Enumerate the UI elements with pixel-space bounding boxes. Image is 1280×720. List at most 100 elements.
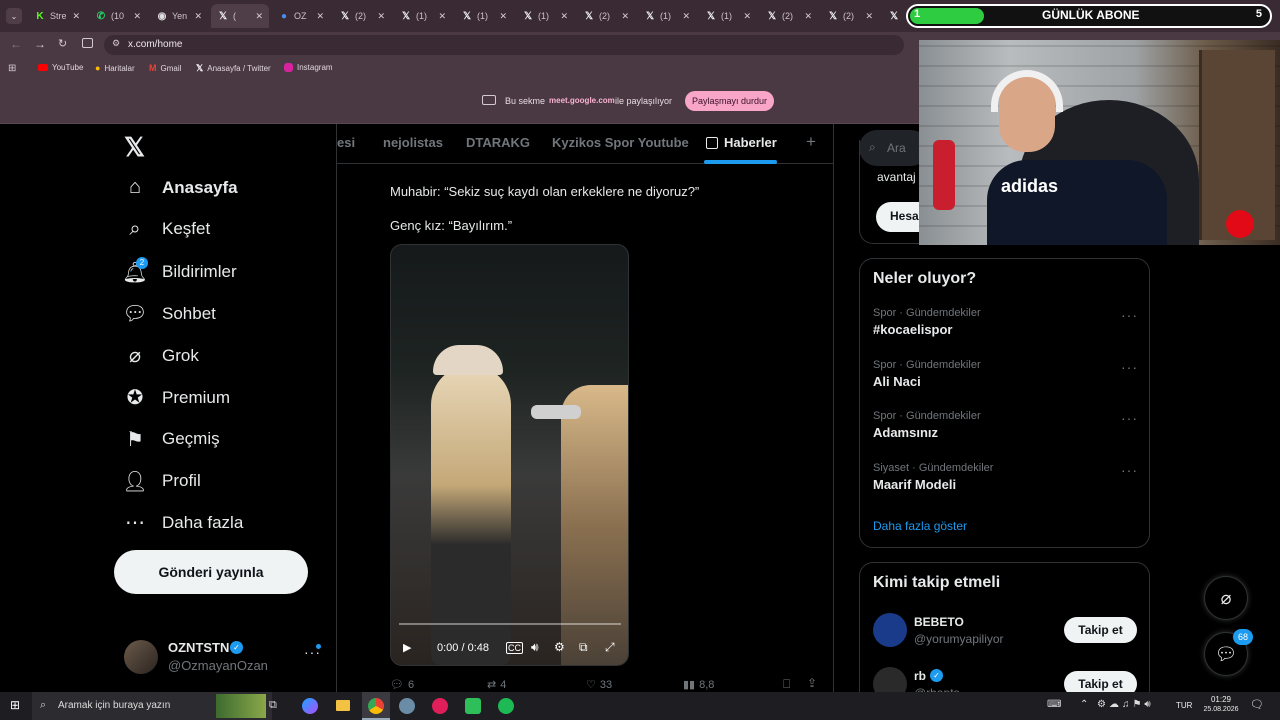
browser-tab[interactable]: ◉ Yen ✕: [150, 4, 208, 28]
fullscreen-icon[interactable]: ⤢: [605, 640, 615, 655]
browser-tab[interactable]: 𝕏 (1) ✕: [638, 4, 696, 28]
trend-item[interactable]: Spor · Gündemdekiler #kocaelispor ···: [873, 307, 1138, 351]
browser-tab[interactable]: 𝕏 (2) ✕: [333, 4, 391, 28]
captions-icon[interactable]: CC: [506, 642, 523, 654]
trend-item[interactable]: Spor · Gündemdekiler Adamsınız ···: [873, 410, 1138, 454]
bookmark-action-icon[interactable]: ⎕: [783, 677, 790, 692]
more-options-icon[interactable]: ···: [1121, 410, 1138, 426]
close-icon[interactable]: ✕: [316, 11, 324, 22]
tab-search-button[interactable]: ⌄: [6, 8, 22, 24]
close-icon[interactable]: ✕: [804, 11, 812, 22]
reload-icon[interactable]: ↻: [58, 37, 67, 50]
close-icon[interactable]: ✕: [377, 11, 385, 22]
close-icon[interactable]: ✕: [499, 11, 507, 22]
apps-grid-icon[interactable]: ⊞: [8, 63, 16, 74]
bookmark-maps[interactable]: ● Haritalar: [95, 63, 135, 73]
repost-action[interactable]: ⇄ 4: [487, 678, 506, 692]
bookmark-twitter[interactable]: 𝕏 Anasayfa / Twitter: [196, 63, 271, 74]
spotify-icon[interactable]: [498, 698, 514, 714]
tray-icons[interactable]: ⚙☁♫⚑🔊︎: [1097, 699, 1154, 710]
like-action[interactable]: ♡ 33: [586, 678, 612, 692]
close-icon[interactable]: ✕: [743, 11, 751, 22]
browser-tab[interactable]: 𝕏 (✕: [211, 4, 269, 28]
sidebar-item-keşfet[interactable]: ⌕ Keşfet: [122, 218, 210, 241]
url-field[interactable]: ⚙ x.com/home: [104, 35, 904, 55]
keyboard-icon[interactable]: ⌨: [1047, 699, 1061, 710]
browser-tab[interactable]: 𝕏 (1) ✕: [516, 4, 574, 28]
browser-tab[interactable]: 𝕏 (2) ✕: [760, 4, 818, 28]
browser-tab[interactable]: 𝕏 (2) ✕: [577, 4, 635, 28]
more-options-icon[interactable]: ···: [1121, 307, 1138, 323]
x-logo-icon[interactable]: 𝕏: [124, 132, 145, 163]
language-indicator[interactable]: TUR: [1176, 701, 1192, 710]
trend-item[interactable]: Spor · Gündemdekiler Ali Naci ···: [873, 359, 1138, 403]
close-icon[interactable]: ✕: [194, 11, 202, 22]
stop-sharing-button[interactable]: Paylaşmayı durdur: [685, 91, 774, 111]
follow-button[interactable]: Takip et: [1064, 617, 1137, 643]
follow-row[interactable]: BEBETO @yorumyapiliyor Takip et: [860, 607, 1151, 655]
tab-kyzikos[interactable]: Kyzikos Spor Youtube: [552, 135, 689, 150]
share-action-icon[interactable]: ⇪: [807, 676, 817, 690]
messages-floating-button[interactable]: 💬︎ 68: [1204, 629, 1253, 676]
sidebar-item-profil[interactable]: 👤︎ Profil: [122, 469, 200, 494]
close-icon[interactable]: ✕: [682, 11, 690, 22]
tweet-video[interactable]: ▶ 0:00 / 0:48 CC 🔊︎ ⚙ ⧉ ⤢: [390, 244, 629, 666]
sidepanel-icon[interactable]: [82, 38, 93, 48]
task-view-icon[interactable]: ⧉: [269, 699, 277, 712]
sidebar-item-grok[interactable]: ⌀ Grok: [122, 343, 199, 368]
taskbar-search[interactable]: ⌕ Aramak için buraya yazın: [32, 692, 272, 720]
account-switcher[interactable]: OZNTSTN ✓ @OzmayanOzan ···: [114, 632, 328, 682]
close-icon[interactable]: ✕: [72, 11, 80, 22]
bookmark-gmail[interactable]: M Gmail: [149, 63, 181, 73]
browser-tab[interactable]: 𝕏 (2) ✕: [821, 4, 879, 28]
close-icon[interactable]: ✕: [865, 11, 873, 22]
app-green-icon[interactable]: [465, 698, 481, 714]
video-progress-track[interactable]: [399, 623, 621, 625]
app-icon[interactable]: [399, 698, 415, 714]
tab-prev-list[interactable]: esi: [337, 135, 355, 150]
show-more-link[interactable]: Daha fazla göster: [873, 519, 967, 533]
sidebar-item-sohbet[interactable]: 💬︎ Sohbet: [122, 301, 216, 326]
clock[interactable]: 01:29 25.08.2026: [1196, 695, 1246, 713]
browser-tab[interactable]: ● OZ ✕: [272, 4, 330, 28]
views-action[interactable]: ▮▮ 8,8: [683, 678, 714, 692]
browser-tab[interactable]: 𝕏 (1) ✕: [699, 4, 757, 28]
reply-action[interactable]: 💬︎ 6: [390, 678, 414, 692]
file-explorer-icon[interactable]: [336, 700, 350, 711]
close-icon[interactable]: ✕: [255, 11, 263, 22]
browser-tab[interactable]: 𝕏 (1) ✕: [394, 4, 452, 28]
video-play-icon[interactable]: ▶: [403, 641, 411, 654]
bookmark-youtube[interactable]: YouTube: [38, 63, 83, 72]
volume-icon[interactable]: 🔊︎: [531, 640, 539, 655]
trend-item[interactable]: Siyaset · Gündemdekiler Maarif Modeli ···: [873, 462, 1138, 506]
close-icon[interactable]: ✕: [133, 11, 141, 22]
copilot-icon[interactable]: [302, 698, 318, 714]
forward-icon[interactable]: →: [34, 37, 46, 51]
more-options-icon[interactable]: ···: [1121, 359, 1138, 375]
back-icon[interactable]: ←: [10, 37, 22, 51]
pip-icon[interactable]: ⧉: [579, 640, 588, 655]
sidebar-item-daha-fazla[interactable]: ⋯ Daha fazla: [122, 510, 243, 535]
chrome-taskbar-button[interactable]: [362, 692, 390, 720]
windows-start-icon[interactable]: ⊞: [10, 698, 20, 712]
browser-tab[interactable]: 𝕏: [882, 4, 904, 28]
close-icon[interactable]: ✕: [560, 11, 568, 22]
notification-center-icon[interactable]: 🗨︎: [1250, 698, 1264, 711]
close-icon[interactable]: ✕: [438, 11, 446, 22]
browser-tab[interactable]: 𝕏 (1) ✕: [455, 4, 513, 28]
site-info-icon[interactable]: ⚙: [112, 38, 120, 49]
sidebar-item-anasayfa[interactable]: ⌂ Anasayfa: [122, 176, 238, 199]
browser-tab[interactable]: K Stre ✕: [28, 4, 86, 28]
sidebar-item-bildirimler[interactable]: 🔔︎ 2 Bildirimler: [122, 256, 237, 285]
chevron-up-icon[interactable]: ⌃: [1080, 699, 1088, 710]
tab-haberler[interactable]: Haberler: [706, 135, 777, 150]
bookmark-instagram[interactable]: Instagram: [284, 63, 333, 72]
app-record-icon[interactable]: [432, 698, 448, 714]
sidebar-item-premium[interactable]: ✪ Premium: [122, 385, 230, 410]
browser-tab[interactable]: ✆ (10 ✕: [89, 4, 147, 28]
tab-dtarakg[interactable]: DTARAKG: [466, 135, 530, 150]
more-options-icon[interactable]: ···: [1121, 462, 1138, 478]
sidebar-item-geçmiş[interactable]: ⚑ Geçmiş: [122, 427, 220, 452]
grok-floating-button[interactable]: ⌀: [1204, 576, 1248, 620]
tab-nejolistas[interactable]: nejolistas: [383, 135, 443, 150]
